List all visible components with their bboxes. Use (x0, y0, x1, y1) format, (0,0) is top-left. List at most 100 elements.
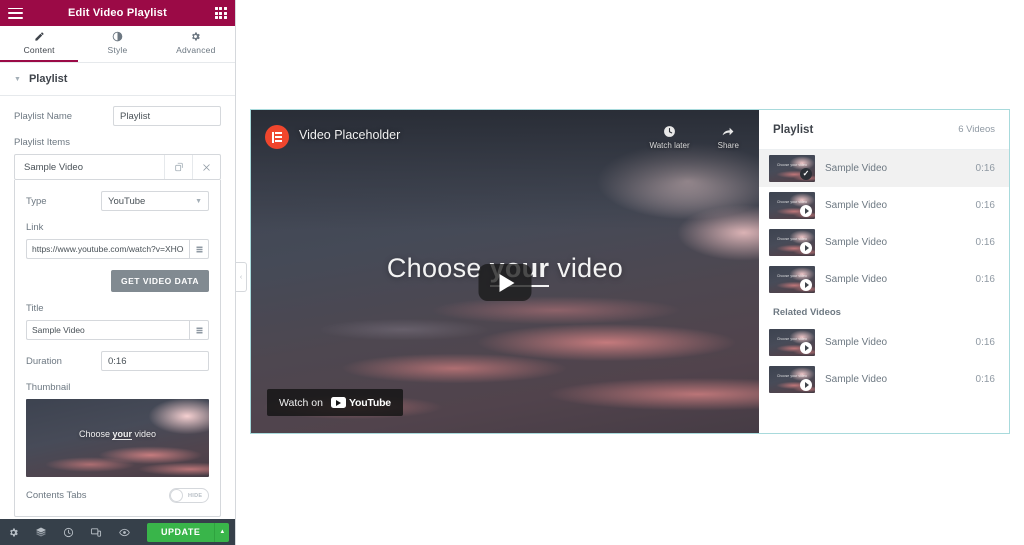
playlist-title: Playlist (773, 123, 814, 136)
thumbnail-preview[interactable]: Choose your video (26, 399, 209, 477)
section-playlist-header[interactable]: ▼ Playlist (0, 63, 235, 96)
related-video-item[interactable]: Choose your video Sample Video 0:16 (759, 361, 1009, 398)
playlist-item-thumbnail: Choose your video (769, 229, 815, 256)
play-icon (800, 205, 812, 217)
update-button-group: UPDATE ▲ (147, 522, 230, 542)
eye-icon[interactable] (118, 527, 131, 538)
update-options-caret-icon[interactable]: ▲ (214, 522, 230, 542)
playlist-panel: Playlist 6 Videos Choose your video ✓ Sa… (759, 110, 1009, 433)
duplicate-icon[interactable] (164, 155, 192, 179)
thumbnail-caption: Choose your video (26, 429, 209, 440)
play-icon (800, 279, 812, 291)
playlist-name-label: Playlist Name (14, 110, 73, 122)
playlist-item-title: Sample Video (825, 237, 888, 248)
thumb-caption: Choose your video (777, 200, 807, 204)
playlist-item-duration: 0:16 (975, 237, 995, 248)
thumbnail-caption-pre: Choose (78, 429, 113, 439)
playlist-name-input[interactable] (113, 106, 221, 126)
pencil-icon (35, 32, 44, 41)
playlist-item[interactable]: Choose your video Sample Video 0:16 (759, 261, 1009, 298)
thumbnail-caption-strong: your (112, 429, 132, 440)
tab-content-label: Content (23, 45, 55, 55)
elementor-logo-icon (265, 125, 289, 149)
link-field-group (26, 239, 209, 259)
playlist-item-thumbnail: Choose your video ✓ (769, 155, 815, 182)
playlist-item-duration: 0:16 (975, 337, 995, 348)
grid-icon[interactable] (214, 6, 227, 20)
title-input[interactable] (26, 320, 189, 340)
contents-tabs-toggle[interactable]: HIDE (169, 488, 209, 503)
update-button[interactable]: UPDATE (147, 522, 215, 542)
related-videos-label: Related Videos (773, 307, 841, 318)
get-video-data-button[interactable]: GET VIDEO DATA (111, 270, 209, 292)
link-input[interactable] (26, 239, 189, 259)
contrast-icon (112, 31, 123, 42)
tab-content[interactable]: Content (0, 26, 79, 62)
editor-screen: Edit Video Playlist Content Style Advanc… (0, 0, 1024, 545)
playlist-item-title: Sample Video (825, 374, 888, 385)
check-icon: ✓ (800, 168, 812, 180)
tab-style[interactable]: Style (78, 26, 156, 62)
panel-footer: UPDATE ▲ (0, 519, 235, 545)
playlist-item-duration: 0:16 (975, 374, 995, 385)
duration-label: Duration (26, 355, 62, 367)
share-label: Share (717, 141, 739, 150)
playlist-item-title: Sample Video (825, 337, 888, 348)
panel-header: Edit Video Playlist (0, 0, 235, 26)
share-button[interactable]: Share (718, 125, 739, 150)
playlist-item-title: Sample Video (825, 200, 888, 211)
panel-body: Playlist Name Playlist Items Sample Vide… (0, 96, 235, 519)
title-label: Title (26, 303, 44, 314)
playlist-item-duration: 0:16 (975, 274, 995, 285)
watch-later-label: Watch later (649, 141, 690, 150)
video-channel-title: Video Placeholder (299, 128, 401, 142)
chevron-down-icon: ▼ (195, 197, 202, 205)
youtube-wordmark: YouTube (330, 396, 391, 409)
close-icon[interactable] (192, 155, 220, 179)
thumbnail-caption-post: video (132, 429, 157, 439)
playlist-item-duration: 0:16 (975, 200, 995, 211)
related-video-item[interactable]: Choose your video Sample Video 0:16 (759, 324, 1009, 361)
contents-tabs-label: Contents Tabs (26, 490, 87, 501)
type-row: Type YouTube ▼ (26, 191, 209, 211)
playlist-item-title: Sample Video (825, 274, 888, 285)
panel-collapse-handle[interactable]: ‹ (236, 262, 247, 292)
playlist-item[interactable]: Choose your video ✓ Sample Video 0:16 (759, 150, 1009, 187)
tab-style-label: Style (107, 45, 128, 55)
link-label: Link (26, 222, 44, 233)
dynamic-tags-icon[interactable] (189, 320, 209, 340)
tab-advanced[interactable]: Advanced (157, 26, 235, 62)
dynamic-tags-icon[interactable] (189, 239, 209, 259)
share-arrow-icon (722, 127, 734, 136)
youtube-brand-label: YouTube (348, 396, 391, 409)
center-caption-post: video (549, 253, 624, 283)
play-button-icon[interactable] (478, 264, 532, 301)
thumb-caption: Choose your video (777, 274, 807, 278)
playlist-item[interactable]: Choose your video Sample Video 0:16 (759, 224, 1009, 261)
play-icon (800, 242, 812, 254)
center-caption-pre: Choose (386, 253, 490, 283)
thumb-caption: Choose your video (777, 163, 807, 167)
watch-on-youtube-button[interactable]: Watch on YouTube (267, 389, 403, 416)
playlist-items-label: Playlist Items (14, 137, 70, 148)
panel-tabs: Content Style Advanced (0, 26, 235, 63)
duration-row: Duration (26, 351, 209, 371)
hamburger-icon[interactable] (8, 7, 23, 19)
responsive-icon[interactable] (90, 527, 102, 538)
playlist-header: Playlist 6 Videos (759, 110, 1009, 150)
gear-icon[interactable] (8, 527, 19, 538)
toggle-knob (170, 489, 183, 502)
video-player[interactable]: Video Placeholder Watch later Share Choo… (251, 110, 759, 433)
repeater-item-header-1[interactable]: Sample Video (14, 154, 221, 180)
playlist-name-row: Playlist Name (14, 106, 221, 126)
elementor-editor-panel: Edit Video Playlist Content Style Advanc… (0, 0, 236, 545)
history-icon[interactable] (63, 527, 74, 538)
type-select[interactable]: YouTube ▼ (101, 191, 209, 211)
duration-input[interactable] (101, 351, 209, 371)
watch-on-label: Watch on (279, 396, 323, 409)
watch-later-button[interactable]: Watch later (649, 125, 690, 150)
layers-icon[interactable] (35, 526, 47, 538)
title-field-group (26, 320, 209, 340)
contents-tabs-row: Contents Tabs HIDE (26, 488, 209, 503)
playlist-item[interactable]: Choose your video Sample Video 0:16 (759, 187, 1009, 224)
